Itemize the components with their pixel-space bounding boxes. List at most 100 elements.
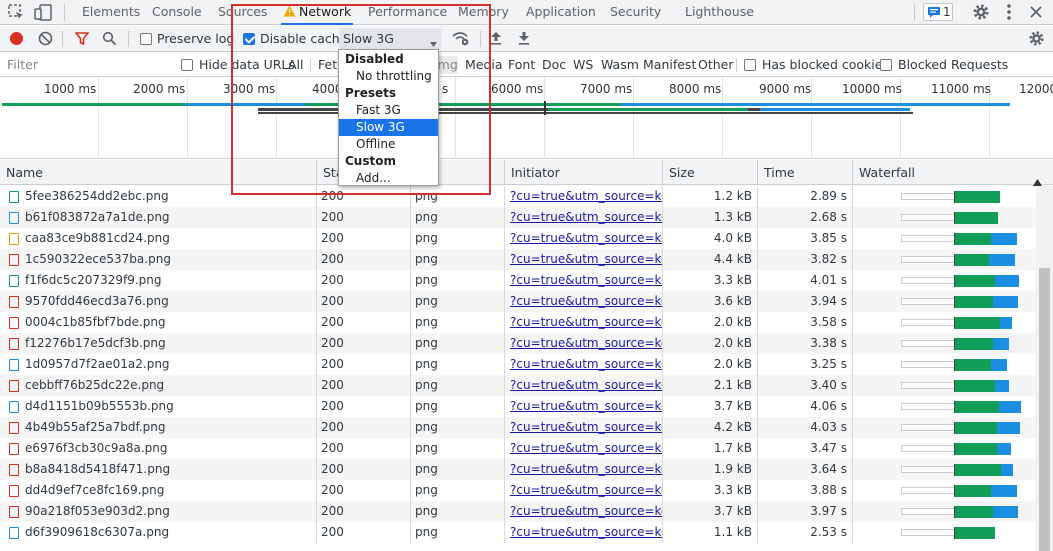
timeline-overview[interactable]: 1000 ms 2000 ms 3000 ms 4000 s 6000 ms 7…	[0, 77, 1053, 159]
cell-initiator: ?cu=true&utm_source=ko...	[505, 438, 663, 459]
filter-icon[interactable]	[74, 32, 90, 48]
cell-name: f12276b17e5dcf3b.png	[0, 333, 317, 354]
initiator-link[interactable]: ?cu=true&utm_source=ko...	[510, 483, 662, 497]
menu-item-no-throttling[interactable]: No throttling	[339, 68, 438, 85]
table-row[interactable]: d6f3909618c6307a.png 200 png ?cu=true&utm_s…	[0, 522, 1036, 543]
initiator-link[interactable]: ?cu=true&utm_source=ko...	[510, 441, 662, 455]
throttling-select[interactable]: Slow 3G	[339, 28, 441, 49]
network-toolbar: Preserve log Disable cache Slow 3G	[0, 26, 1053, 52]
import-har-icon[interactable]	[490, 31, 502, 48]
filter-type-media[interactable]: Media	[465, 53, 503, 77]
table-row[interactable]: 5fee386254dd2ebc.png 200 png ?cu=true&utm_s…	[0, 186, 1036, 207]
tab-sources[interactable]: Sources	[218, 0, 267, 25]
initiator-link[interactable]: ?cu=true&utm_source=ko...	[510, 462, 662, 476]
settings-gear-icon[interactable]	[972, 3, 990, 24]
initiator-link[interactable]: ?cu=true&utm_source=ko...	[510, 231, 662, 245]
tab-memory[interactable]: Memory	[458, 0, 509, 25]
disable-cache-checkbox[interactable]	[243, 33, 255, 45]
filter-type-other[interactable]: Other	[698, 53, 734, 77]
tab-security[interactable]: Security	[610, 0, 661, 25]
menu-item-offline[interactable]: Offline	[339, 136, 438, 153]
initiator-link[interactable]: ?cu=true&utm_source=ko...	[510, 294, 662, 308]
image-file-icon	[9, 338, 19, 350]
table-row[interactable]: d4d1151b09b5553b.png 200 png ?cu=true&utm_s…	[0, 396, 1036, 417]
close-icon[interactable]	[1030, 6, 1042, 21]
table-row[interactable]: 0004c1b85fbf7bde.png 200 png ?cu=true&utm_s…	[0, 312, 1036, 333]
initiator-link[interactable]: ?cu=true&utm_source=ko...	[510, 504, 662, 518]
inspect-element-icon[interactable]	[8, 4, 25, 21]
hide-data-urls-checkbox[interactable]	[181, 59, 193, 71]
initiator-link[interactable]: ?cu=true&utm_source=ko...	[510, 357, 662, 371]
tab-performance[interactable]: Performance	[368, 0, 447, 25]
column-size[interactable]: Size	[663, 160, 758, 185]
clear-icon[interactable]	[38, 31, 53, 49]
table-row[interactable]: f1f6dc5c207329f9.png 200 png ?cu=true&utm_s…	[0, 270, 1036, 291]
table-row[interactable]: b8a8418d5418f471.png 200 png ?cu=true&utm_s…	[0, 459, 1036, 480]
menu-item-fast-3g[interactable]: Fast 3G	[339, 102, 438, 119]
network-conditions-icon[interactable]	[452, 31, 470, 49]
initiator-link[interactable]: ?cu=true&utm_source=ko...	[510, 252, 662, 266]
cell-size: 1.3 kB	[663, 207, 758, 228]
export-har-icon[interactable]	[518, 31, 530, 48]
table-row[interactable]: f12276b17e5dcf3b.png 200 png ?cu=true&utm_s…	[0, 333, 1036, 354]
initiator-link[interactable]: ?cu=true&utm_source=ko...	[510, 420, 662, 434]
initiator-link[interactable]: ?cu=true&utm_source=ko...	[510, 399, 662, 413]
initiator-link[interactable]: ?cu=true&utm_source=ko...	[510, 189, 662, 203]
waterfall-waiting-bar	[955, 191, 1000, 203]
column-time[interactable]: Time	[758, 160, 853, 185]
filter-input[interactable]: Filter	[2, 55, 174, 75]
device-toolbar-icon[interactable]	[34, 4, 53, 21]
filter-type-font[interactable]: Font	[508, 53, 535, 77]
table-row[interactable]: dd4d9ef7ce8fc169.png 200 png ?cu=true&utm_s…	[0, 480, 1036, 501]
tab-elements[interactable]: Elements	[82, 0, 140, 25]
request-name: cebbff76b25dc22e.png	[25, 378, 165, 392]
blocked-requests-checkbox[interactable]	[880, 59, 892, 71]
initiator-link[interactable]: ?cu=true&utm_source=ko...	[510, 315, 662, 329]
filter-type-ws[interactable]: WS	[573, 53, 593, 77]
tab-network[interactable]: Network	[281, 0, 354, 25]
table-row[interactable]: 1c590322ece537ba.png 200 png ?cu=true&utm_s…	[0, 249, 1036, 270]
waterfall-queue-bar	[901, 214, 955, 221]
filter-type-doc[interactable]: Doc	[542, 53, 566, 77]
cell-initiator: ?cu=true&utm_source=ko...	[505, 291, 663, 312]
filter-type-wasm[interactable]: Wasm	[601, 53, 639, 77]
has-blocked-cookies-checkbox[interactable]	[744, 59, 756, 71]
waterfall-download-bar	[991, 485, 1017, 497]
column-waterfall[interactable]: Waterfall	[853, 160, 1053, 186]
scrollbar-thumb[interactable]	[1039, 268, 1050, 551]
table-row[interactable]: caa83ce9b881cd24.png 200 png ?cu=true&utm_s…	[0, 228, 1036, 249]
cell-time: 3.47 s	[758, 438, 853, 459]
tab-console[interactable]: Console	[152, 0, 202, 25]
initiator-link[interactable]: ?cu=true&utm_source=ko...	[510, 525, 662, 539]
table-row[interactable]: 90a218f053e903d2.png 200 png ?cu=true&utm_s…	[0, 501, 1036, 522]
preserve-log-checkbox[interactable]	[140, 33, 152, 45]
column-name[interactable]: Name	[0, 160, 317, 185]
filter-type-all[interactable]: All	[288, 53, 304, 77]
table-row[interactable]: 4b49b55af25a7bdf.png 200 png ?cu=true&utm_s…	[0, 417, 1036, 438]
record-button[interactable]	[10, 32, 23, 45]
table-row[interactable]: 9570fdd46ecd3a76.png 200 png ?cu=true&utm_s…	[0, 291, 1036, 312]
search-icon[interactable]	[102, 31, 117, 49]
table-row[interactable]: b61f083872a7a1de.png 200 png ?cu=true&utm_s…	[0, 207, 1036, 228]
throttling-dropdown-menu: Disabled No throttling Presets Fast 3G S…	[338, 49, 439, 186]
menu-item-add[interactable]: Add...	[339, 170, 438, 187]
initiator-link[interactable]: ?cu=true&utm_source=ko...	[510, 273, 662, 287]
more-options-icon[interactable]	[1006, 4, 1012, 23]
initiator-link[interactable]: ?cu=true&utm_source=ko...	[510, 336, 662, 350]
column-initiator[interactable]: Initiator	[505, 160, 663, 185]
cell-time: 3.85 s	[758, 228, 853, 249]
table-row[interactable]: e6976f3cb30c9a8a.png 200 png ?cu=true&utm_s…	[0, 438, 1036, 459]
tab-application[interactable]: Application	[526, 0, 596, 25]
menu-item-slow-3g[interactable]: Slow 3G	[339, 119, 438, 136]
initiator-link[interactable]: ?cu=true&utm_source=ko...	[510, 378, 662, 392]
initiator-link[interactable]: ?cu=true&utm_source=ko...	[510, 210, 662, 224]
table-row[interactable]: cebbff76b25dc22e.png 200 png ?cu=true&utm_s…	[0, 375, 1036, 396]
filter-type-manifest[interactable]: Manifest	[643, 53, 696, 77]
network-settings-gear-icon[interactable]	[1028, 30, 1045, 50]
request-name: 1d0957d7f2ae01a2.png	[25, 357, 170, 371]
cell-waterfall	[853, 480, 1036, 501]
tab-lighthouse[interactable]: Lighthouse	[685, 0, 754, 25]
issues-badge[interactable]: 1	[923, 3, 953, 21]
cell-status: 200	[317, 480, 411, 501]
table-row[interactable]: 1d0957d7f2ae01a2.png 200 png ?cu=true&utm_s…	[0, 354, 1036, 375]
